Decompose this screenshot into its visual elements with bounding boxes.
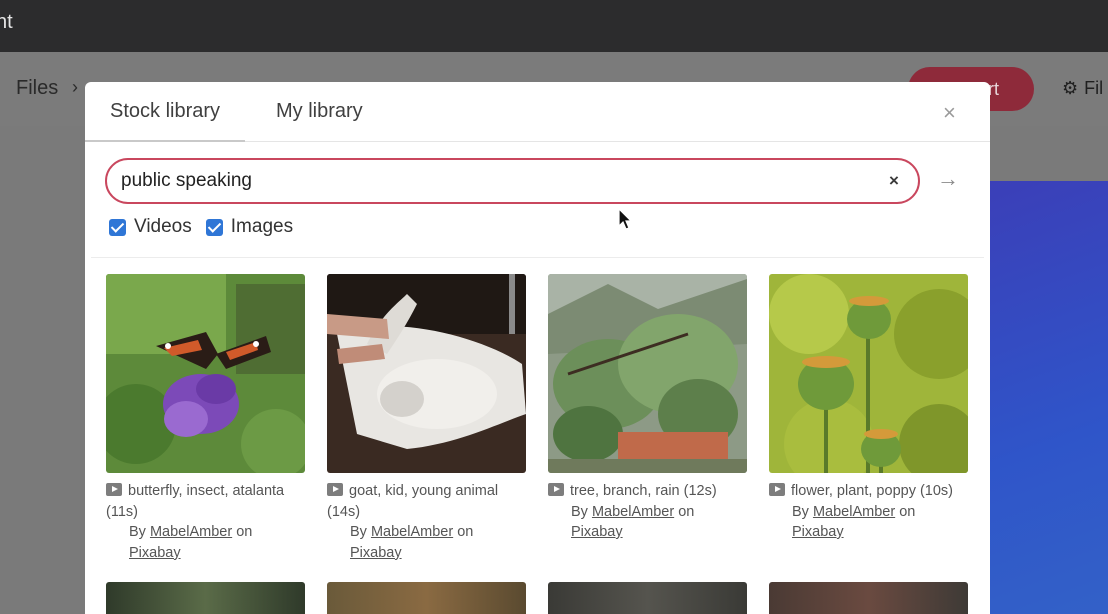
source-link[interactable]: Pixabay — [350, 545, 402, 561]
images-checkbox[interactable] — [205, 218, 223, 236]
canvas-preview — [990, 181, 1108, 614]
by-label: By — [571, 503, 588, 520]
source-link[interactable]: Pixabay — [571, 524, 623, 540]
result-caption: flower, plant, poppy (10s) — [791, 483, 954, 499]
modal-tabs: Stock library My library × — [85, 82, 990, 142]
result-meta: flower, plant, poppy (10s) By MabelAmber… — [769, 481, 969, 543]
result-card[interactable]: tree, branch, rain (12s) By MabelAmber o… — [548, 274, 748, 543]
result-meta: tree, branch, rain (12s) By MabelAmber o… — [548, 481, 748, 543]
on-label: on — [236, 524, 253, 540]
video-icon — [769, 483, 785, 496]
by-label: By — [792, 503, 809, 520]
files-menu-button[interactable]: ⚙ Fil — [1062, 78, 1103, 99]
author-link[interactable]: MabelAmber — [592, 504, 674, 520]
author-link[interactable]: MabelAmber — [371, 524, 453, 540]
on-label: on — [678, 503, 695, 520]
clear-search-icon[interactable]: × — [889, 171, 899, 191]
by-label: By — [350, 524, 367, 540]
breadcrumb-separator: › — [72, 77, 78, 97]
media-type-filters: Videos Images — [109, 216, 293, 238]
result-thumbnail[interactable] — [106, 582, 305, 614]
result-caption: goat, kid, young animal (14s) — [327, 483, 499, 520]
filter-videos[interactable]: Videos — [109, 216, 192, 238]
result-thumbnail[interactable] — [769, 582, 968, 614]
filter-videos-label: Videos — [134, 216, 192, 237]
search-input[interactable] — [121, 168, 861, 194]
filter-images[interactable]: Images — [205, 216, 294, 238]
backdrop-left — [0, 126, 86, 614]
arrow-right-icon[interactable]: → — [937, 166, 959, 192]
result-thumbnail[interactable] — [548, 582, 747, 614]
mouse-cursor-icon — [618, 208, 633, 230]
tab-my-library[interactable]: My library — [276, 100, 363, 123]
breadcrumb-files[interactable]: Files — [16, 77, 58, 100]
tab-stock-library[interactable]: Stock library — [85, 100, 246, 142]
result-thumbnail[interactable] — [327, 274, 526, 473]
source-link[interactable]: Pixabay — [129, 545, 181, 561]
media-library-modal: Stock library My library × × → Videos Im… — [85, 82, 990, 614]
result-thumbnail[interactable] — [548, 274, 747, 473]
videos-checkbox[interactable] — [109, 218, 126, 236]
result-meta: goat, kid, young animal (14s) By MabelAm… — [327, 481, 527, 563]
gear-icon: ⚙ — [1062, 78, 1079, 98]
divider — [91, 257, 984, 258]
result-thumbnail[interactable] — [106, 274, 305, 473]
window-title: nt — [0, 11, 13, 33]
video-icon — [106, 483, 122, 496]
on-label: on — [899, 503, 916, 520]
result-card[interactable]: butterfly, insect, atalanta (11s) By Mab… — [106, 274, 306, 563]
window-titlebar: nt — [0, 0, 1108, 52]
video-icon — [548, 483, 564, 496]
files-menu-label: Fil — [1084, 78, 1104, 98]
on-label: on — [457, 524, 474, 540]
result-thumbnail[interactable] — [327, 582, 526, 614]
result-card[interactable]: goat, kid, young animal (14s) By MabelAm… — [327, 274, 527, 563]
author-link[interactable]: MabelAmber — [150, 524, 232, 540]
result-caption: butterfly, insect, atalanta (11s) — [106, 483, 285, 520]
result-card[interactable]: flower, plant, poppy (10s) By MabelAmber… — [769, 274, 969, 543]
result-meta: butterfly, insect, atalanta (11s) By Mab… — [106, 481, 306, 563]
result-caption: tree, branch, rain (12s) — [570, 483, 717, 499]
author-link[interactable]: MabelAmber — [813, 504, 895, 520]
source-link[interactable]: Pixabay — [792, 524, 844, 540]
video-icon — [327, 483, 343, 496]
close-icon[interactable]: × — [943, 100, 956, 126]
result-thumbnail[interactable] — [769, 274, 968, 473]
search-box: × — [105, 158, 920, 204]
filter-images-label: Images — [230, 216, 294, 237]
by-label: By — [129, 524, 146, 540]
